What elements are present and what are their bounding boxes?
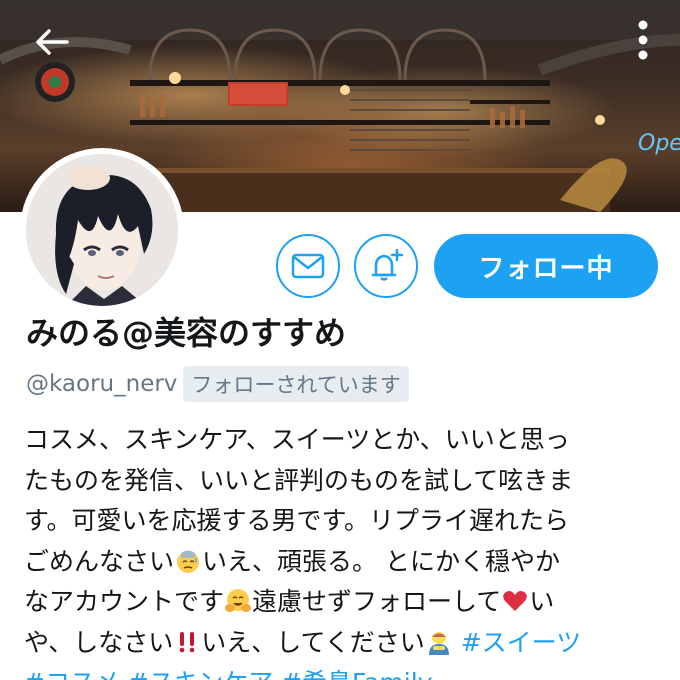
bio-text: ごめんなさい <box>24 546 175 576</box>
follows-you-badge: フォローされています <box>183 366 409 402</box>
profile-bio: コスメ、スキンケア、スイーツとか、いいと思っ たものを発信、いいと評判のものを試… <box>24 420 664 680</box>
bio-line: なアカウントです 遠慮せずフォローして い <box>24 582 664 623</box>
back-button[interactable] <box>24 14 80 70</box>
hashtag-link[interactable]: #スイーツ <box>461 628 581 657</box>
man-bowing-icon <box>428 631 449 655</box>
sweat-face-icon <box>177 550 200 573</box>
bell-plus-icon <box>371 248 404 281</box>
avatar-image <box>26 154 178 306</box>
following-button[interactable]: フォロー中 <box>434 234 658 298</box>
bio-text: や、しなさい <box>24 627 174 657</box>
more-vertical-icon <box>637 19 649 61</box>
handle-row: @kaoru_nerv フォローされています <box>26 366 409 402</box>
bio-line: や、しなさい いえ、してください #スイーツ <box>24 623 664 664</box>
bio-text: いえ、してください <box>201 627 425 657</box>
more-options-button[interactable] <box>628 10 658 70</box>
hashtag-link[interactable]: #スキンケア <box>128 668 273 680</box>
notification-button[interactable] <box>354 234 418 298</box>
envelope-icon <box>291 253 325 279</box>
bio-text: なアカウントです <box>24 587 225 616</box>
arrow-left-icon <box>36 29 69 55</box>
bio-text: いえ、頑張る。 とにかく穏やか <box>202 546 560 576</box>
display-name: みのる@美容のすすめ <box>26 314 347 352</box>
avatar[interactable] <box>20 148 184 312</box>
anime-character-avatar <box>26 154 178 306</box>
bio-line: す。可愛いを応援する男です。リプライ遅れたら <box>24 506 570 535</box>
hashtag-link[interactable]: #コスメ <box>24 668 120 680</box>
neon-sign-decoration: Ope <box>638 131 680 156</box>
bio-line: コスメ、スキンケア、スイーツとか、いいと思っ <box>24 425 570 454</box>
hugging-face-icon <box>225 589 252 612</box>
hashtag-link[interactable]: #希島Family <box>281 668 432 680</box>
profile-actions: フォロー中 <box>276 234 658 298</box>
red-heart-icon <box>503 591 528 611</box>
bio-line: ごめんなさい いえ、頑張る。 とにかく穏やか <box>24 542 664 583</box>
message-button[interactable] <box>276 234 340 298</box>
bio-text: い <box>529 587 555 616</box>
bio-line: #コスメ #スキンケア #希島Family <box>24 663 664 680</box>
username-handle: @kaoru_nerv <box>26 371 178 397</box>
bio-text: 遠慮せずフォローして <box>252 587 502 616</box>
bio-line: たものを発信、いいと評判のものを試して呟きま <box>24 465 574 495</box>
double-exclamation-icon <box>179 631 195 652</box>
